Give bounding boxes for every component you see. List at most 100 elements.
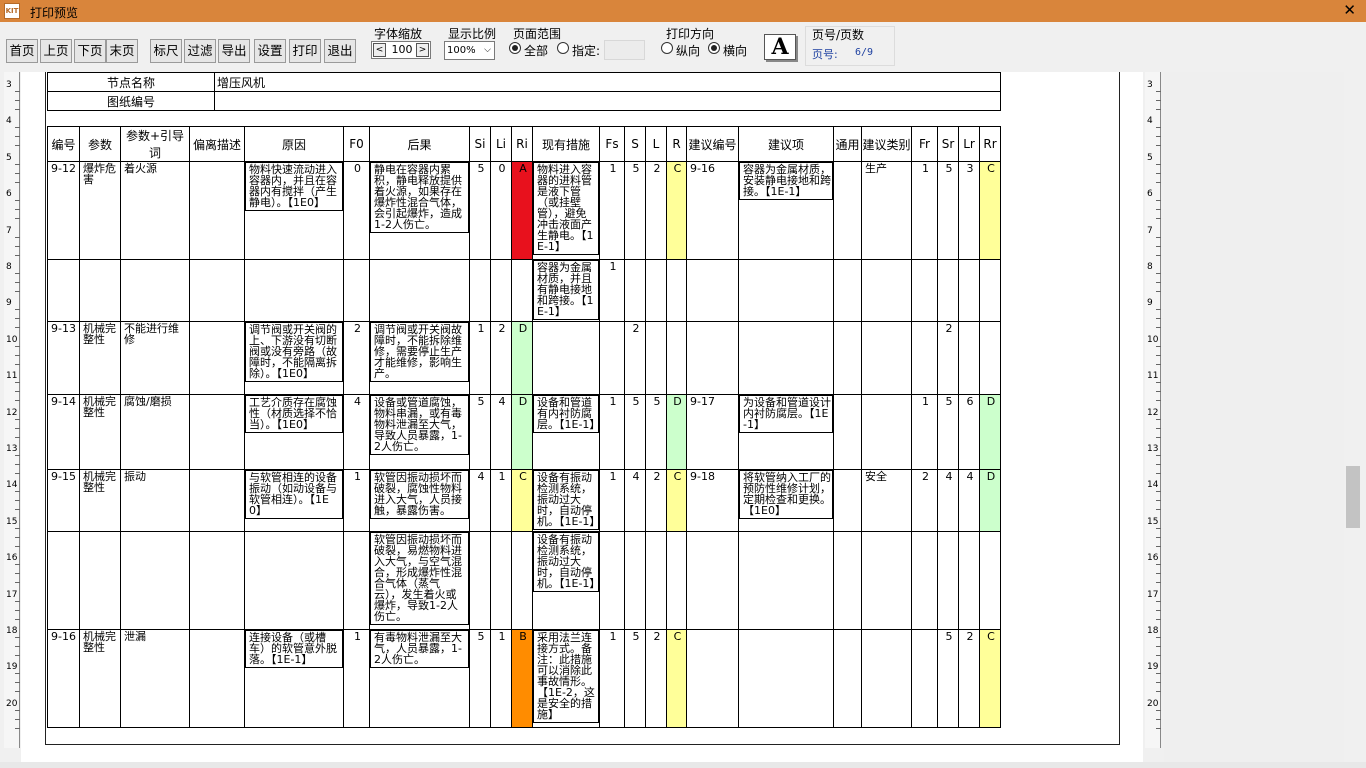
ruler-minor-tick <box>1156 273 1161 274</box>
vertical-ruler-right: 3 4 5 6 7 8 9 10 11 12 13 14 15 16 17 18 19 20 <box>1145 72 1161 748</box>
app-icon: KIT <box>4 3 20 19</box>
cell-f0: 1 <box>343 469 370 532</box>
cell-fs: 1 <box>599 161 625 260</box>
last-page-button[interactable]: 末页 <box>106 39 138 63</box>
cell-gen <box>833 469 862 532</box>
ruler-minor-tick <box>15 718 20 720</box>
ruler-minor-tick <box>1156 655 1161 656</box>
ruler-tick-label: 14 <box>6 480 18 491</box>
cell-conseq: 软管因振动损坏而破裂，腐蚀性物料进入大气，人员接触，暴露伤害。 <box>369 469 470 532</box>
cell-param: 机械完整性 <box>79 629 121 728</box>
prev-page-button[interactable]: 上页 <box>40 39 72 63</box>
page-range-label: 页面范围 <box>513 27 562 41</box>
page-number-label: 页号: <box>812 48 838 61</box>
ruler-tick-label: 17 <box>1147 589 1159 600</box>
increase-icon[interactable]: > <box>416 43 429 57</box>
cell-sr: 4 <box>937 469 959 532</box>
ruler-minor-tick <box>1156 318 1161 320</box>
cell-si <box>469 259 491 322</box>
ruler-minor-tick <box>1156 609 1161 611</box>
landscape-radio[interactable] <box>708 42 720 54</box>
ruler-minor-tick <box>15 709 20 711</box>
cell-ri: A <box>511 161 533 260</box>
export-button[interactable]: 导出 <box>218 39 250 63</box>
landscape-label[interactable]: 横向 <box>723 42 747 59</box>
column-header: 后果 <box>369 126 470 162</box>
cell-text: 与软管相连的设备振动（如动设备与软管相连）。【1E0】 <box>245 470 343 519</box>
cell-text: 物料快速流动进入容器内，并且在容器内有搅拌（产生静电）。【1E0】 <box>245 162 343 211</box>
range-specify-label[interactable]: 指定: <box>572 42 600 59</box>
next-page-button[interactable]: 下页 <box>74 39 106 63</box>
decrease-icon[interactable]: < <box>373 43 386 57</box>
cell-guide: 不能进行维修 <box>120 321 190 395</box>
cell-cause <box>244 259 344 322</box>
range-all-label[interactable]: 全部 <box>524 42 548 59</box>
ruler-tick-label: 18 <box>6 626 18 636</box>
cell-cat: 安全 <box>861 469 912 532</box>
cell-cause: 调节阀或开关阀的上、下游没有切断阀或没有旁路（故障时，不能隔离拆除）。【1E0】 <box>244 321 344 395</box>
cell-sug <box>738 321 834 395</box>
vertical-scrollbar[interactable] <box>1344 72 1362 764</box>
scrollbar-thumb[interactable] <box>1346 466 1360 528</box>
range-specify-input[interactable] <box>604 40 645 60</box>
cell-sr: 2 <box>937 321 959 395</box>
portrait-label[interactable]: 纵向 <box>676 42 700 59</box>
font-icon[interactable]: A <box>764 34 796 60</box>
cell-l: 2 <box>645 629 667 728</box>
ruler-minor-tick <box>1156 500 1161 502</box>
cell-gen <box>833 161 862 260</box>
cell-lr: 4 <box>958 469 980 532</box>
cell-sug: 将软管纳入工厂的预防性维修计划，定期检查和更换。【1E0】 <box>738 469 834 532</box>
ruler-minor-tick <box>1156 145 1161 147</box>
horizontal-scrollbar[interactable] <box>0 762 1366 768</box>
ruler-minor-tick <box>1156 236 1161 238</box>
ruler-minor-tick <box>15 309 20 311</box>
exit-button[interactable]: 退出 <box>324 39 356 63</box>
cell-fs: 1 <box>599 469 625 532</box>
ruler-tick-label: 19 <box>6 662 18 673</box>
cell-s: 2 <box>624 321 646 395</box>
ruler-minor-tick <box>15 573 20 575</box>
ruler-minor-tick <box>1156 455 1161 456</box>
font-scale-value[interactable]: 100 <box>388 42 416 58</box>
cell-fs <box>599 531 625 630</box>
column-header: Li <box>490 126 512 162</box>
node-name-label: 节点名称 <box>47 72 215 92</box>
ruler-minor-tick <box>1156 536 1161 538</box>
ruler-minor-tick <box>15 427 20 429</box>
range-specify-radio[interactable] <box>557 42 569 54</box>
cell-lr: 6 <box>958 394 980 470</box>
portrait-radio[interactable] <box>661 42 673 54</box>
column-header: Sr <box>937 126 959 162</box>
settings-button[interactable]: 设置 <box>254 39 286 63</box>
window-title: 打印预览 <box>30 6 79 20</box>
ruler-button[interactable]: 标尺 <box>150 39 182 63</box>
cell-text: 设备有振动检测系统，振动过大时，自动停机。【1E-1】 <box>533 532 599 592</box>
ruler-minor-tick <box>15 500 20 502</box>
print-button[interactable]: 打印 <box>289 39 321 63</box>
ruler-minor-tick <box>15 163 20 165</box>
ruler-minor-tick <box>1156 172 1161 174</box>
ruler-minor-tick <box>15 491 20 493</box>
display-ratio-select[interactable]: 100% ⌵ <box>444 41 495 60</box>
cell-r <box>666 321 687 395</box>
ruler-minor-tick <box>1156 91 1161 92</box>
table-row: 9-13 机械完整性 不能进行维修 调节阀或开关阀的上、下游没有切断阀或没有旁路（故障… <box>47 321 1001 395</box>
orientation-label: 打印方向 <box>666 27 715 41</box>
close-icon[interactable]: ✕ <box>1343 1 1356 19</box>
ruler-minor-tick <box>1156 254 1161 256</box>
cell-cause: 工艺介质存在腐蚀性（材质选择不恰当）。【1E0】 <box>244 394 344 470</box>
cell-rr <box>979 531 1001 630</box>
cell-sug_no: 9-16 <box>686 161 739 260</box>
cell-param <box>79 531 121 630</box>
first-page-button[interactable]: 首页 <box>6 39 38 63</box>
cell-sr <box>937 259 959 322</box>
cell-guide <box>120 531 190 630</box>
range-all-radio[interactable] <box>509 42 521 54</box>
filter-button[interactable]: 过滤 <box>184 39 216 63</box>
ruler-tick-label: 6 <box>1147 189 1153 200</box>
ruler-minor-tick <box>15 509 20 511</box>
ruler-tick-label: 12 <box>1147 407 1159 418</box>
cell-no: 9-16 <box>47 629 80 728</box>
font-scale-label: 字体缩放 <box>374 27 423 41</box>
